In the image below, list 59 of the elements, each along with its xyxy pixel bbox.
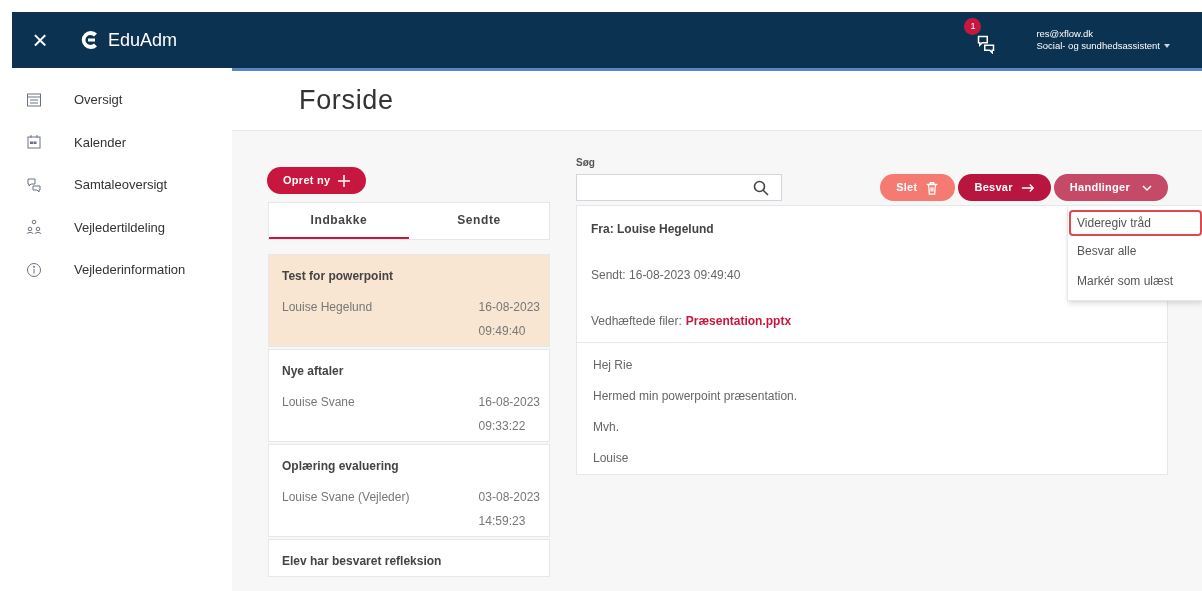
app-name: EduAdm	[108, 28, 178, 52]
create-new-button[interactable]: Opret ny	[267, 167, 367, 194]
attachment-link[interactable]: Præsentation.pptx	[685, 312, 792, 330]
tab[interactable]: Sendte	[409, 203, 549, 239]
message-body-line: Mvh.	[593, 419, 620, 436]
sidebar-item[interactable]: Vejledertildeling	[26, 217, 232, 237]
message-body-line: Louise	[593, 450, 630, 467]
message-time: 14:59:23	[478, 513, 526, 530]
message-date: 16-08-2023	[478, 394, 540, 411]
list-window-icon	[26, 91, 42, 108]
message-sender: Louise Svane	[282, 394, 355, 411]
chat-bubbles-icon	[26, 176, 42, 193]
chevron-down-icon	[1142, 183, 1152, 192]
tab[interactable]: Indbakke	[269, 203, 409, 239]
message-item[interactable]: Nye aftaler Louise Svane 16-08-2023 09:33:22	[268, 349, 550, 442]
message-subject: Oplæring evaluering	[282, 458, 400, 475]
message-date: 03-08-2023	[478, 489, 540, 506]
sidebar-item[interactable]: Samtaleoversigt	[26, 175, 232, 195]
people-icon	[26, 219, 42, 236]
info-icon	[26, 261, 42, 278]
trash-icon	[925, 180, 940, 195]
notification-badge: 1	[964, 18, 982, 35]
message-body-line: Hermed min powerpoint præsentation.	[593, 388, 799, 405]
arrow-right-icon	[1020, 181, 1035, 194]
message-item[interactable]: Oplæring evaluering Louise Svane (Vejleder) 03-08-2023 14:59:23	[268, 444, 550, 537]
user-role-dropdown[interactable]: Social- og sundhedsassistent	[1036, 40, 1170, 52]
caret-icon	[1164, 43, 1170, 48]
message-subject: Test for powerpoint	[282, 268, 395, 285]
menu-item[interactable]: Besvar alle	[1069, 236, 1202, 266]
search-icon	[753, 179, 769, 196]
actions-dropdown-button[interactable]: Handlinger	[1053, 174, 1168, 201]
page-title: Forside	[299, 84, 394, 118]
user-email: res@xflow.dk	[1036, 28, 1095, 40]
sidebar-item[interactable]: Oversigt	[26, 90, 232, 110]
close-button[interactable]: ×	[28, 27, 52, 53]
message-date: 16-08-2023	[478, 299, 540, 316]
logo-icon	[80, 30, 100, 50]
sidebar-item[interactable]: Kalender	[26, 132, 232, 152]
message-time: 09:49:40	[478, 323, 526, 340]
message-sender: Louise Hegelund	[282, 299, 373, 316]
message-item[interactable]: Test for powerpoint Louise Hegelund 16-08-2023 09:49:40	[268, 254, 550, 347]
attachments-label: Vedhæftede filer:	[591, 313, 682, 330]
sidebar-item[interactable]: Vejlederinformation	[26, 260, 232, 280]
chat-bubbles-icon[interactable]	[976, 34, 997, 54]
message-from: Fra: Louise Hegelund	[591, 221, 714, 238]
message-subject: Nye aftaler	[282, 363, 345, 380]
message-item[interactable]: Elev har besvaret refleksion	[268, 539, 550, 577]
menu-item[interactable]: Videregiv tråd	[1069, 210, 1202, 236]
search-label: Søg	[576, 156, 596, 170]
message-time: 09:33:22	[478, 418, 526, 435]
menu-item[interactable]: Markér som ulæst	[1069, 266, 1202, 296]
calendar-icon	[26, 134, 42, 151]
reply-button[interactable]: Besvar	[958, 174, 1051, 201]
plus-icon	[338, 174, 351, 187]
message-sent: Sendt: 16-08-2023 09:49:40	[591, 267, 741, 284]
search-field[interactable]	[576, 174, 782, 201]
message-subject: Elev har besvaret refleksion	[282, 553, 443, 570]
message-sender: Louise Svane (Vejleder)	[282, 489, 410, 506]
message-body-line: Hej Rie	[593, 357, 634, 374]
